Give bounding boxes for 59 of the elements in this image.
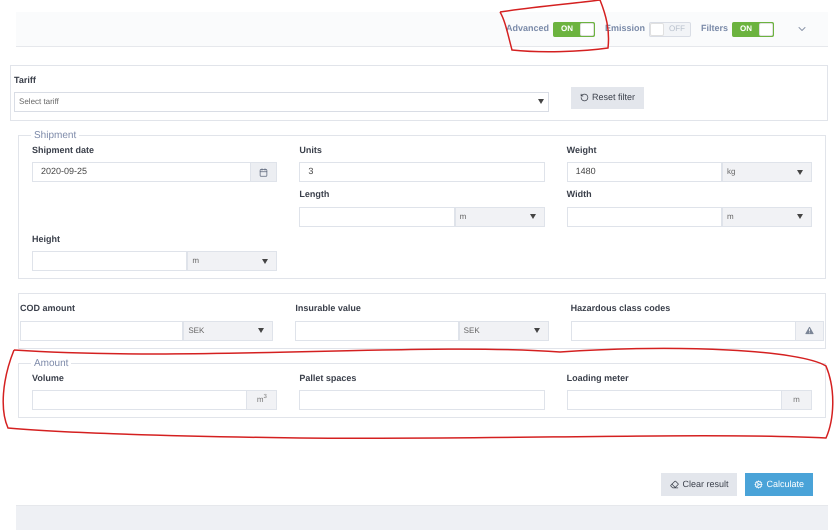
caret-icon xyxy=(796,214,803,219)
unit-select[interactable]: kg xyxy=(722,162,812,182)
field-label: Hazardous class codes xyxy=(570,302,672,315)
calendar-button[interactable] xyxy=(251,162,278,182)
eraser-icon xyxy=(670,480,680,489)
unit-value: kg xyxy=(726,166,736,178)
field-label: Shipment date xyxy=(32,144,96,157)
text-field[interactable] xyxy=(299,390,545,410)
calculate-button[interactable]: Calculate xyxy=(745,473,813,496)
unit-value: m xyxy=(460,210,466,222)
number-field[interactable] xyxy=(20,320,184,340)
field-label: Volume xyxy=(32,372,65,384)
unit-select[interactable]: SEK xyxy=(183,320,274,340)
caret-icon xyxy=(534,328,540,333)
unit-select[interactable]: m xyxy=(454,206,545,226)
caret-icon xyxy=(262,258,268,264)
date-field[interactable]: 2020-09-25 xyxy=(32,162,252,182)
field-label: Tariff xyxy=(14,74,37,87)
caret-icon xyxy=(530,214,536,219)
unit-value: SEK xyxy=(464,324,480,336)
field-label: Insurable value xyxy=(295,302,362,315)
toggle-label: Filters xyxy=(700,22,728,36)
caret-icon xyxy=(258,328,264,333)
calendar-icon xyxy=(259,168,268,176)
number-field[interactable] xyxy=(32,251,188,271)
reset-filter-button[interactable]: Reset filter xyxy=(570,86,644,109)
fieldset-legend: Shipment xyxy=(31,128,80,142)
clear-result-button[interactable]: Clear result xyxy=(661,473,738,496)
unit-addon: m$^{3}$ xyxy=(247,390,278,410)
number-field[interactable] xyxy=(566,206,722,226)
tariff-select[interactable]: Select tariff xyxy=(14,92,549,112)
field-label: Height xyxy=(32,232,61,246)
caret-icon xyxy=(538,99,544,104)
unit-select[interactable]: m xyxy=(722,206,812,226)
number-field[interactable]: 1480 xyxy=(566,162,722,182)
number-field[interactable] xyxy=(299,206,455,226)
unit-addon: m xyxy=(782,390,812,410)
warning-icon xyxy=(804,325,815,336)
number-field[interactable] xyxy=(566,390,782,410)
field-label: Weight xyxy=(566,144,598,157)
number-field[interactable] xyxy=(295,320,459,340)
unit-select[interactable]: m xyxy=(187,251,278,271)
field-label: Pallet spaces xyxy=(299,372,358,385)
number-field[interactable] xyxy=(32,390,248,410)
field-label: Loading meter xyxy=(566,372,630,385)
unit-value: m xyxy=(192,255,199,267)
select-placeholder: Select tariff xyxy=(19,96,59,108)
field-label: Units xyxy=(299,144,323,156)
caret-icon xyxy=(796,170,803,174)
unit-select[interactable]: SEK xyxy=(458,320,549,340)
reset-icon xyxy=(580,93,589,102)
text-field[interactable] xyxy=(570,320,796,340)
field-label: COD amount xyxy=(20,302,76,315)
unit-value: SEK xyxy=(188,324,204,336)
field-label: Width xyxy=(566,188,593,201)
unit-value: m xyxy=(726,210,734,222)
field-label: Length xyxy=(299,188,330,201)
gears-icon xyxy=(754,480,764,489)
text-field[interactable]: 3 xyxy=(299,162,545,182)
